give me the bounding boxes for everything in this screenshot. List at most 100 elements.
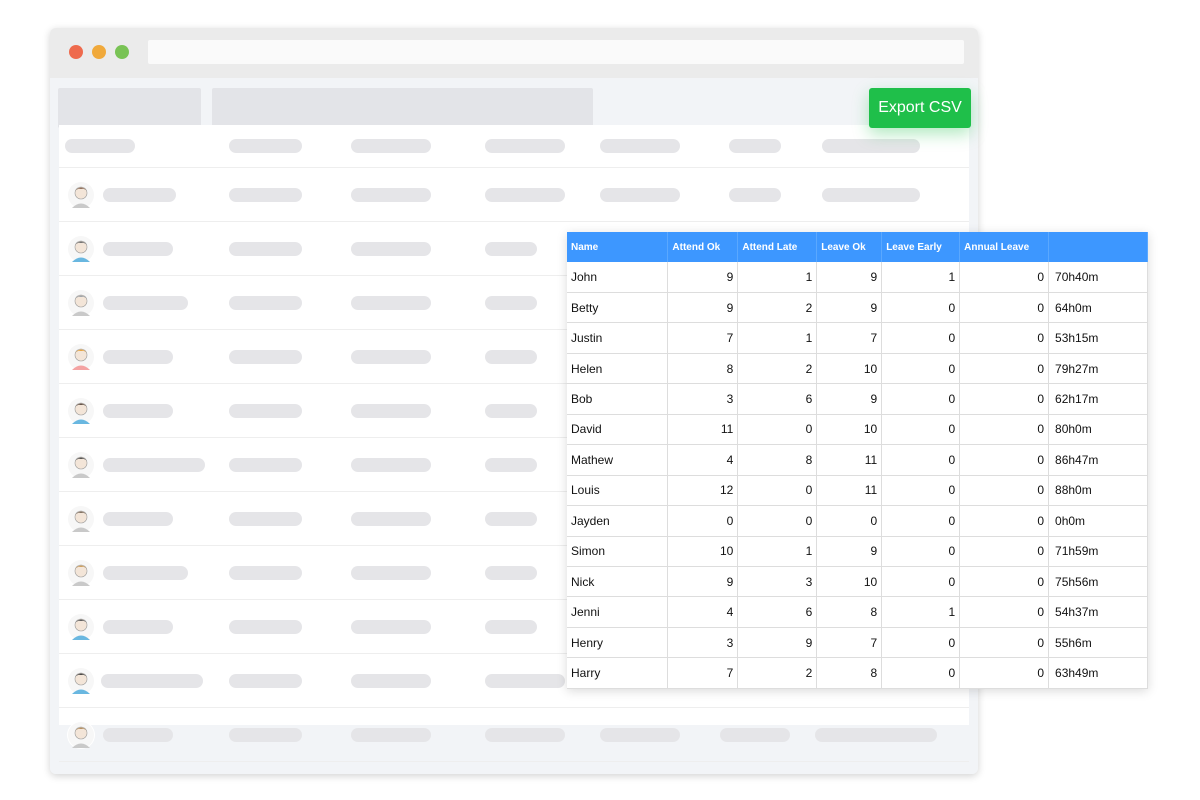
table-row[interactable]: Simon 10 1 9 0 0 71h59m xyxy=(567,536,1148,568)
table-row[interactable]: John 9 1 9 1 0 70h40m xyxy=(567,262,1148,293)
employee-name-cell: Bob xyxy=(567,383,669,415)
table-header-row: Name Attend Ok Attend Late Leave Ok Leave Ea… xyxy=(567,232,1148,262)
count-cell: 0 xyxy=(881,536,961,568)
maximize-window-dot[interactable] xyxy=(115,45,129,59)
table-row[interactable]: David 11 0 10 0 0 80h0m xyxy=(567,414,1148,446)
table-row[interactable]: Jayden 0 0 0 0 0 0h0m xyxy=(567,505,1148,537)
table-row[interactable]: Jenni 4 6 8 1 0 54h37m xyxy=(567,596,1148,628)
filter-placeholder[interactable] xyxy=(58,88,201,128)
skeleton-cell xyxy=(485,512,537,526)
person-avatar-icon xyxy=(67,289,95,317)
skeleton-cell xyxy=(729,139,781,153)
count-cell: 1 xyxy=(737,262,818,293)
count-cell: 8 xyxy=(816,657,883,689)
count-cell: 11 xyxy=(667,414,739,446)
table-row[interactable]: Harry 7 2 8 0 0 63h49m xyxy=(567,657,1148,689)
table-row[interactable]: Bob 3 6 9 0 0 62h17m xyxy=(567,383,1148,415)
table-row[interactable]: Justin 7 1 7 0 0 53h15m xyxy=(567,322,1148,354)
column-header[interactable]: Annual Leave xyxy=(959,232,1050,262)
skeleton-cell xyxy=(351,242,431,256)
skeleton-cell xyxy=(351,674,431,688)
close-window-dot[interactable] xyxy=(69,45,83,59)
skeleton-row xyxy=(59,168,969,222)
table-row[interactable]: Henry 3 9 7 0 0 55h6m xyxy=(567,627,1148,659)
count-cell: 4 xyxy=(667,596,739,628)
skeleton-cell xyxy=(229,296,302,310)
skeleton-cell xyxy=(229,404,302,418)
column-header[interactable]: Name xyxy=(567,232,669,262)
skeleton-cell xyxy=(351,188,431,202)
person-avatar-icon xyxy=(67,397,95,425)
table-row[interactable]: Nick 9 3 10 0 0 75h56m xyxy=(567,566,1148,598)
export-csv-button[interactable]: Export CSV xyxy=(869,88,971,128)
count-cell: 0 xyxy=(881,657,961,689)
column-header[interactable]: Leave Ok xyxy=(816,232,883,262)
person-avatar-icon xyxy=(67,235,95,263)
employee-name-cell: Betty xyxy=(567,292,669,324)
person-avatar-icon xyxy=(67,505,95,533)
count-cell: 0 xyxy=(959,475,1050,507)
skeleton-cell xyxy=(229,350,302,364)
skeleton-cell xyxy=(229,512,302,526)
date-range-placeholder[interactable] xyxy=(212,88,593,128)
person-avatar-icon xyxy=(67,343,95,371)
count-cell: 0 xyxy=(959,536,1050,568)
count-cell: 0 xyxy=(881,353,961,385)
skeleton-row xyxy=(59,708,969,762)
column-header[interactable]: Attend Late xyxy=(737,232,818,262)
skeleton-cell xyxy=(351,139,431,153)
count-cell: 0 xyxy=(737,414,818,446)
count-cell: 0 xyxy=(881,292,961,324)
count-cell: 10 xyxy=(816,414,883,446)
skeleton-cell xyxy=(600,728,680,742)
total-hours-cell: 53h15m xyxy=(1048,322,1148,354)
count-cell: 0 xyxy=(816,505,883,537)
table-row[interactable]: Betty 9 2 9 0 0 64h0m xyxy=(567,292,1148,324)
total-hours-cell: 55h6m xyxy=(1048,627,1148,659)
skeleton-cell xyxy=(485,620,537,634)
count-cell: 0 xyxy=(959,596,1050,628)
count-cell: 0 xyxy=(737,505,818,537)
skeleton-cell xyxy=(229,242,302,256)
count-cell: 0 xyxy=(881,444,961,476)
count-cell: 0 xyxy=(881,505,961,537)
skeleton-cell xyxy=(485,566,537,580)
employee-name-cell: David xyxy=(567,414,669,446)
count-cell: 6 xyxy=(737,596,818,628)
skeleton-cell xyxy=(720,728,790,742)
count-cell: 0 xyxy=(959,566,1050,598)
total-hours-cell: 79h27m xyxy=(1048,353,1148,385)
column-header[interactable]: Attend Ok xyxy=(667,232,739,262)
employee-name-cell: Nick xyxy=(567,566,669,598)
table-row[interactable]: Mathew 4 8 11 0 0 86h47m xyxy=(567,444,1148,476)
count-cell: 0 xyxy=(959,627,1050,659)
table-row[interactable]: Louis 12 0 11 0 0 88h0m xyxy=(567,475,1148,507)
count-cell: 3 xyxy=(667,627,739,659)
count-cell: 3 xyxy=(737,566,818,598)
count-cell: 8 xyxy=(816,596,883,628)
person-avatar-icon xyxy=(67,667,95,695)
skeleton-cell xyxy=(103,566,188,580)
employee-name-cell: Mathew xyxy=(567,444,669,476)
count-cell: 9 xyxy=(816,262,883,293)
count-cell: 2 xyxy=(737,353,818,385)
total-hours-cell: 54h37m xyxy=(1048,596,1148,628)
column-header[interactable]: Leave Early xyxy=(881,232,961,262)
person-avatar-icon xyxy=(67,181,95,209)
skeleton-cell xyxy=(351,296,431,310)
skeleton-cell xyxy=(485,674,565,688)
skeleton-cell xyxy=(815,728,937,742)
count-cell: 0 xyxy=(959,444,1050,476)
skeleton-cell xyxy=(485,188,565,202)
skeleton-cell xyxy=(351,350,431,364)
employee-name-cell: Helen xyxy=(567,353,669,385)
column-header[interactable] xyxy=(1048,232,1148,262)
table-row[interactable]: Helen 8 2 10 0 0 79h27m xyxy=(567,353,1148,385)
minimize-window-dot[interactable] xyxy=(92,45,106,59)
count-cell: 9 xyxy=(816,383,883,415)
address-bar[interactable] xyxy=(148,40,964,64)
person-avatar-icon xyxy=(67,721,95,749)
skeleton-cell xyxy=(485,404,537,418)
count-cell: 0 xyxy=(881,383,961,415)
total-hours-cell: 64h0m xyxy=(1048,292,1148,324)
